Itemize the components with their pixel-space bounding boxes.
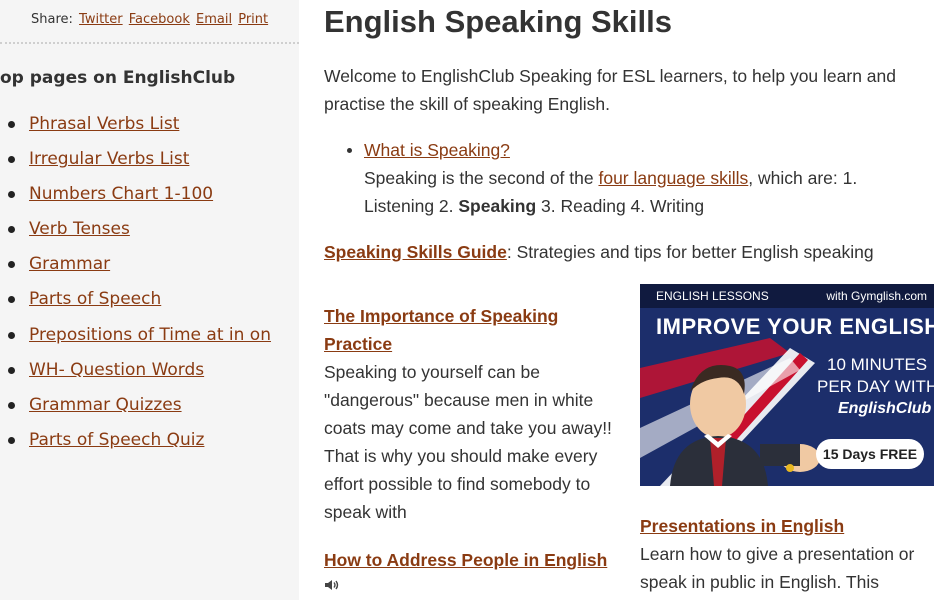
share-print-link[interactable]: Print — [238, 12, 268, 27]
top-pages-heading: op pages on EnglishClub — [0, 68, 236, 88]
skills-text: 3. Reading 4. Writing — [536, 196, 705, 216]
share-twitter-link[interactable]: Twitter — [79, 12, 123, 27]
address-heading: How to Address People in English — [324, 546, 607, 574]
page-title: English Speaking Skills — [324, 4, 672, 39]
presentations-link[interactable]: Presentations in English — [640, 516, 844, 536]
presentations-text: Learn how to give a presentation or spea… — [640, 544, 915, 592]
advertisement-banner[interactable]: ENGLISH LESSONS with Gymglish.com IMPROV… — [640, 284, 934, 486]
list-item: Numbers Chart 1-100 — [0, 182, 271, 217]
top-page-link[interactable]: WH- Question Words — [29, 360, 204, 380]
skills-text: Speaking is the second of the — [364, 168, 599, 188]
what-is-speaking-link[interactable]: What is Speaking? — [364, 140, 510, 160]
address-section: How to Address People in English — [324, 546, 607, 597]
top-page-link[interactable]: Prepositions of Time at in on — [29, 325, 271, 345]
list-item: What is Speaking? Speaking is the second… — [324, 136, 924, 220]
ad-text-line: 10 MINUTES — [827, 355, 928, 374]
ad-headline: IMPROVE YOUR ENGLISH — [656, 314, 934, 339]
top-page-link[interactable]: Grammar Quizzes — [29, 395, 182, 415]
top-page-link[interactable]: Irregular Verbs List — [29, 149, 189, 169]
divider — [0, 42, 299, 44]
speaker-icon[interactable] — [324, 578, 340, 597]
ad-top-bar: ENGLISH LESSONS with Gymglish.com — [640, 284, 934, 308]
top-page-link[interactable]: Parts of Speech Quiz — [29, 430, 204, 450]
ad-category: ENGLISH LESSONS — [656, 289, 769, 303]
share-bar: Share: Twitter Facebook Email Print — [31, 12, 268, 27]
list-item: Phrasal Verbs List — [0, 112, 271, 147]
top-page-link[interactable]: Numbers Chart 1-100 — [29, 184, 213, 204]
importance-link[interactable]: The Importance of Speaking Practice — [324, 306, 558, 354]
ad-sponsor: with Gymglish.com — [826, 289, 927, 303]
list-item: Parts of Speech Quiz — [0, 428, 271, 463]
left-column: The Importance of Speaking Practice Spea… — [324, 302, 624, 590]
list-item: Irregular Verbs List — [0, 147, 271, 182]
top-page-link[interactable]: Parts of Speech — [29, 289, 161, 309]
four-language-skills-link[interactable]: four language skills — [598, 168, 748, 188]
guide-description: : Strategies and tips for better English… — [506, 242, 874, 262]
right-column: Presentations in English Learn how to gi… — [640, 512, 934, 596]
list-item: WH- Question Words — [0, 358, 271, 393]
presentations-heading: Presentations in English — [640, 512, 934, 540]
list-item: Grammar Quizzes — [0, 393, 271, 428]
share-email-link[interactable]: Email — [196, 12, 232, 27]
speaking-skills-guide-link[interactable]: Speaking Skills Guide — [324, 242, 507, 262]
top-page-link[interactable]: Phrasal Verbs List — [29, 114, 179, 134]
share-label: Share: — [31, 12, 73, 27]
ad-text-line: PER DAY WITH — [817, 377, 934, 396]
address-link[interactable]: How to Address People in English — [324, 550, 607, 570]
list-item: Grammar — [0, 252, 271, 287]
list-item: Parts of Speech — [0, 287, 271, 322]
ad-cta-button[interactable]: 15 Days FREE — [816, 439, 924, 469]
intro-paragraph: Welcome to EnglishClub Speaking for ESL … — [324, 66, 896, 114]
importance-heading: The Importance of Speaking Practice — [324, 302, 624, 358]
top-page-link[interactable]: Verb Tenses — [29, 219, 130, 239]
importance-text: Speaking to yourself can be "dangerous" … — [324, 362, 612, 522]
ad-brand-logo: EnglishClub — [838, 400, 932, 417]
guide-line: Speaking Skills Guide: Strategies and ti… — [324, 238, 934, 266]
list-item: Verb Tenses — [0, 217, 271, 252]
share-facebook-link[interactable]: Facebook — [129, 12, 190, 27]
top-pages-list: Phrasal Verbs List Irregular Verbs List … — [0, 112, 271, 463]
speaking-list: What is Speaking? Speaking is the second… — [324, 136, 924, 220]
top-page-link[interactable]: Grammar — [29, 254, 110, 274]
speaking-bold: Speaking — [458, 196, 537, 216]
list-item: Prepositions of Time at in on — [0, 323, 271, 358]
sidebar: Share: Twitter Facebook Email Print op p… — [0, 0, 299, 600]
